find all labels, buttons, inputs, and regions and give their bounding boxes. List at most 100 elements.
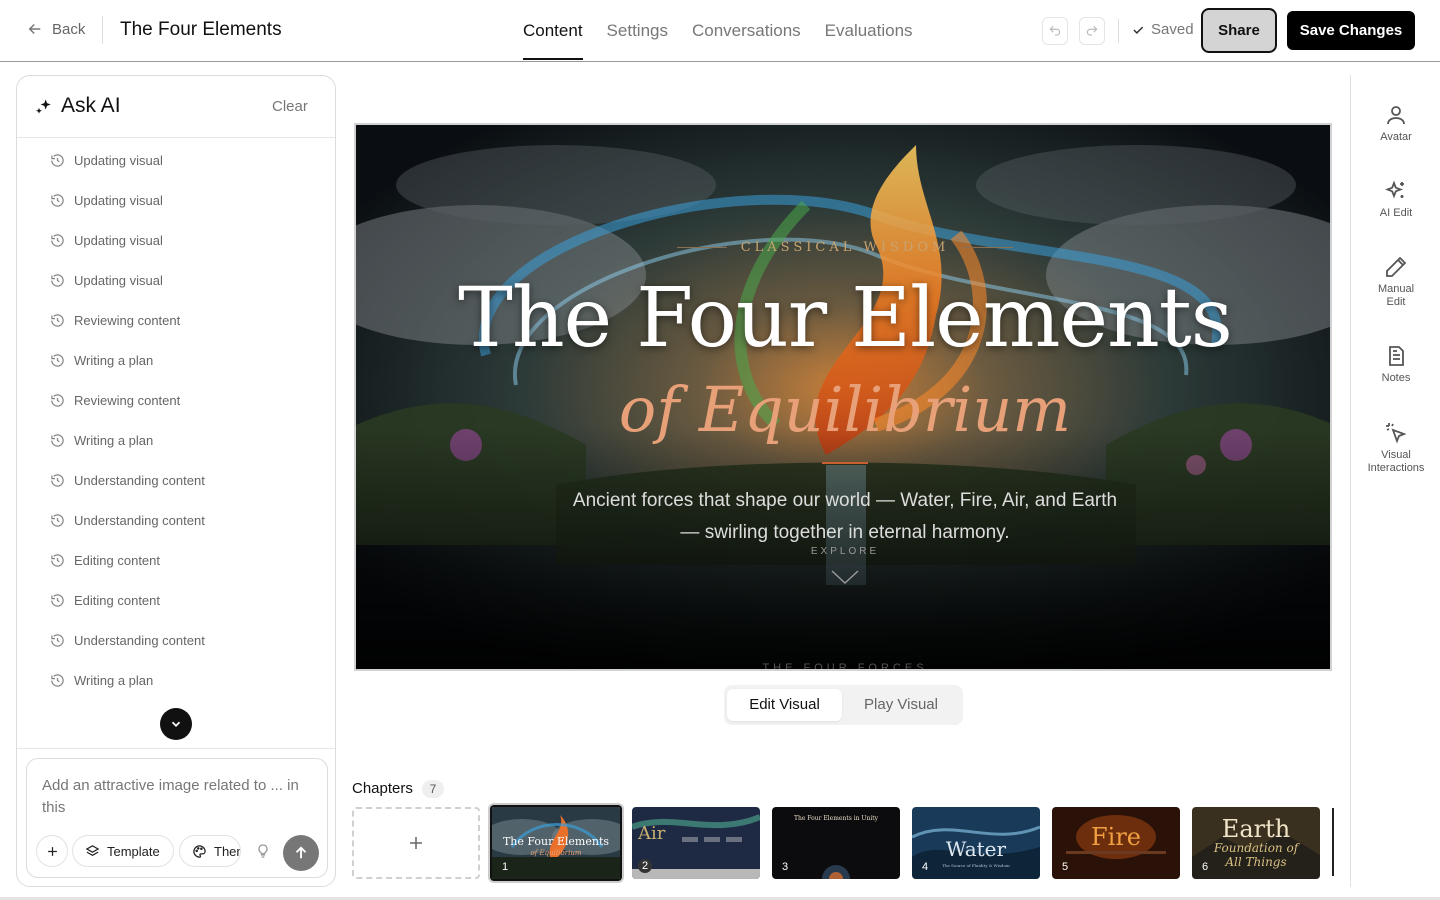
manual-edit-tool-label: Manual Edit [1377,283,1415,308]
redo-button[interactable] [1079,17,1105,45]
activity-label: Editing content [74,552,161,568]
activity-item: Updating visual [50,150,163,170]
plus-icon [47,846,57,856]
history-icon [50,393,65,408]
thumbnail-title: The Four Elements [502,835,610,848]
slide-eyebrow: CLASSICAL WISDOM [356,240,1330,255]
activity-label: Writing a plan [74,432,154,448]
activity-label: Understanding content [74,472,205,488]
activity-item: Reviewing content [50,390,180,410]
ai-edit-tool[interactable]: AI Edit [1351,179,1440,220]
notes-tool-label: Notes [1381,372,1411,384]
tab-settings[interactable]: Settings [607,0,668,62]
chevron-down-icon[interactable] [830,569,860,585]
saved-label: Saved [1151,21,1194,38]
clear-button[interactable]: Clear [272,98,308,115]
thumbnail-subtitle: of Equilibrium [530,849,582,857]
prompt-composer: Add an attractive image related to ... i… [26,758,328,878]
lightbulb-icon[interactable] [255,843,271,859]
history-icon [50,313,65,328]
history-icon [50,513,65,528]
slide-title: The Four Elements [458,271,1233,366]
history-icon [50,553,65,568]
chapter-number: 1 [502,861,509,873]
chapter-thumbnail-7-edge[interactable] [1332,808,1334,876]
visual-interactions-tool[interactable]: Visual Interactions [1351,421,1440,475]
notes-icon [1389,346,1404,366]
activity-label: Updating visual [74,272,163,288]
ask-ai-panel: Ask AI Clear Updating visual Updating vis… [16,75,336,887]
thumbnail-subtitle: Foundation of All Things [1213,841,1299,869]
send-button[interactable] [283,835,319,871]
tab-content[interactable]: Content [523,0,583,62]
tab-evaluations[interactable]: Evaluations [825,0,913,62]
pencil-icon [1386,256,1407,277]
activity-item: Writing a plan [50,670,153,690]
sparkles-icon [1384,180,1404,199]
activity-label: Writing a plan [74,352,154,368]
accent-divider [822,462,868,464]
page-title: The Four Elements [120,19,282,40]
history-icon [50,673,65,688]
tab-conversations[interactable]: Conversations [692,0,801,62]
activity-label: Editing content [74,592,161,608]
back-label: Back [52,20,86,38]
explore-label: EXPLORE [810,546,880,557]
activity-item: Reviewing content [50,310,180,330]
back-button[interactable]: Back [26,20,85,38]
edit-visual-button[interactable]: Edit Visual [727,689,842,721]
activity-label: Updating visual [74,152,163,168]
theme-button[interactable]: Theme [179,835,241,867]
ai-edit-tool-label: AI Edit [1379,207,1413,219]
activity-label: Updating visual [74,232,163,248]
palette-icon [193,844,206,858]
add-attachment-button[interactable] [36,835,68,867]
chapters-count-badge: 7 [422,780,444,798]
chapter-thumbnail-6[interactable]: Earth Foundation of All Things 6 [1192,807,1320,879]
activity-item: Writing a plan [50,430,153,450]
activity-item: Understanding content [50,470,205,490]
history-icon [50,633,65,648]
chapter-number: 4 [922,861,929,873]
cursor-click-icon [1386,423,1407,444]
play-visual-button[interactable]: Play Visual [846,689,956,721]
main-tabs: Content Settings Conversations Evaluatio… [523,0,913,62]
avatar-tool-label: Avatar [1380,131,1412,143]
share-button[interactable]: Share [1201,8,1277,53]
avatar-tool[interactable]: Avatar [1351,103,1440,144]
visual-preview[interactable]: CLASSICAL WISDOM The Four Elements of Eq… [354,123,1332,671]
thumbnail-title: Water [945,837,1007,861]
notes-tool[interactable]: Notes [1351,344,1440,385]
chapter-thumbnail-2[interactable]: Air 2 [632,807,760,879]
template-label: Template [107,843,160,859]
activity-item: Editing content [50,550,160,570]
chapter-thumbnail-3[interactable]: The Four Elements in Unity 3 [772,807,900,879]
activity-item: Writing a plan [50,350,153,370]
activity-label: Reviewing content [74,312,181,328]
chapter-number: 3 [782,861,789,873]
chapter-number: 6 [1202,861,1209,873]
divider [17,748,335,749]
activity-label: Writing a plan [74,672,154,688]
chevron-down-icon [171,721,181,727]
divider [1118,19,1119,43]
save-changes-button[interactable]: Save Changes [1287,11,1415,50]
add-chapter-button[interactable] [352,807,480,879]
scroll-down-button[interactable] [160,708,192,740]
divider [102,16,103,44]
activity-item: Updating visual [50,190,163,210]
history-icon [50,353,65,368]
chapter-thumbnail-1[interactable]: The Four Elements of Equilibrium 1 [490,805,622,881]
plus-icon [410,837,422,849]
history-icon [50,273,65,288]
prompt-input[interactable]: Add an attractive image related to ... i… [42,775,312,819]
history-icon [50,473,65,488]
chapter-thumbnail-5[interactable]: Fire 5 [1052,807,1180,879]
manual-edit-tool[interactable]: Manual Edit [1351,255,1440,309]
arrow-up-icon [295,846,307,859]
activity-item: Understanding content [50,630,205,650]
template-button[interactable]: Template [72,835,174,867]
chapter-thumbnail-4[interactable]: Water The Source of Fluidity & Wisdom 4 [912,807,1040,879]
undo-button[interactable] [1042,17,1068,45]
slide-description: Ancient forces that shape our world — Wa… [572,490,1118,543]
